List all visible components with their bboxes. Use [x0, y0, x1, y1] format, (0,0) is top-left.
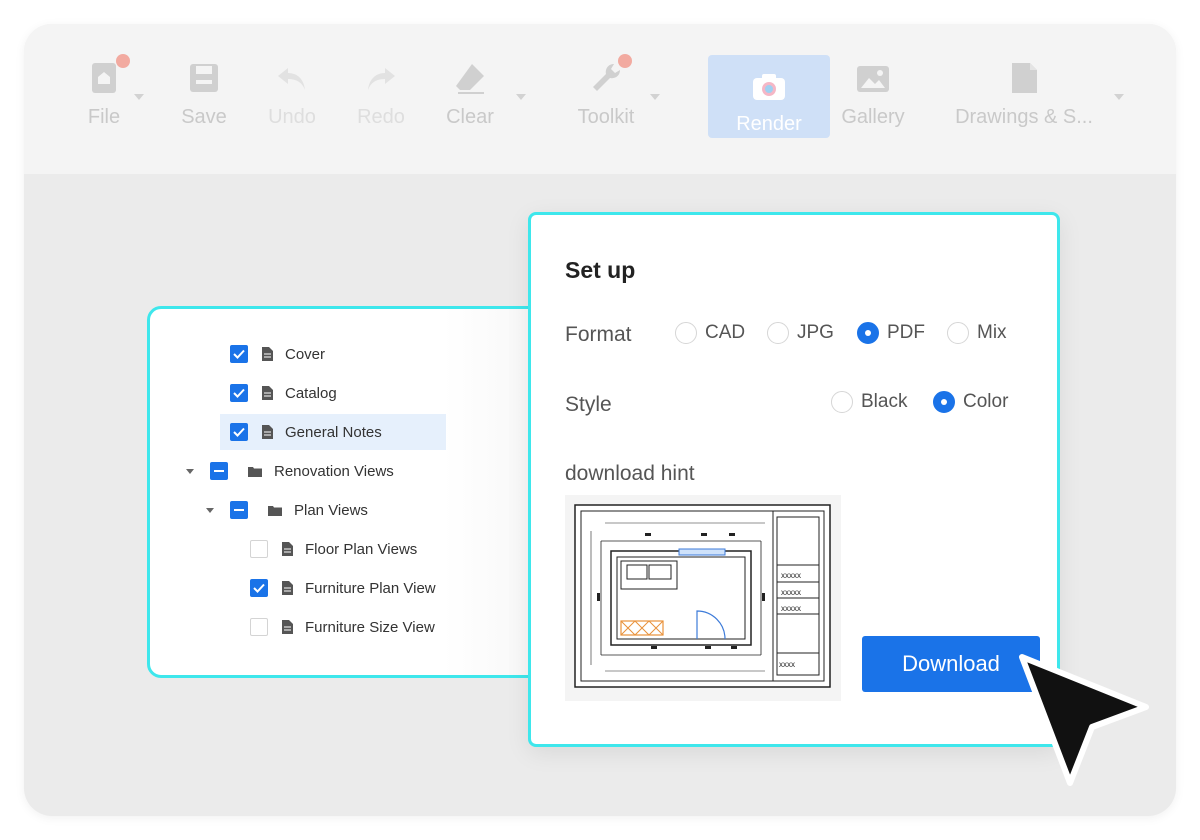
format-option-cad[interactable]: CAD	[675, 322, 745, 344]
caret-down-icon[interactable]	[206, 507, 214, 513]
document-icon	[282, 542, 293, 556]
tree-item-label: Cover	[285, 345, 326, 363]
chevron-down-icon	[650, 94, 660, 100]
tree-item-label: Furniture Plan View	[305, 579, 436, 597]
chevron-down-icon	[134, 94, 144, 100]
table-cell-text: xxxxx	[781, 604, 801, 613]
gallery-label: Gallery	[841, 106, 905, 128]
document-icon	[262, 386, 273, 400]
radio-label: Black	[861, 391, 908, 412]
save-button[interactable]: Save	[178, 60, 230, 142]
format-option-mix[interactable]: Mix	[947, 322, 1007, 344]
wrench-icon	[588, 54, 660, 100]
style-option-color[interactable]: Color	[933, 391, 1008, 413]
floor-plan-drawing: xxxxx xxxxx xxxxx xxxx	[574, 504, 831, 688]
checkbox-partial[interactable]	[210, 462, 228, 480]
table-cell-text: xxxx	[779, 660, 795, 669]
radio-label: PDF	[887, 322, 925, 343]
tree-item-label: Plan Views	[294, 501, 368, 519]
notification-dot	[618, 54, 632, 68]
tree-item-cover[interactable]: Cover	[230, 336, 325, 372]
radio-circle[interactable]	[947, 322, 969, 344]
drawings-label: Drawings & S...	[955, 106, 1093, 128]
gallery-icon	[855, 60, 891, 96]
chevron-down-icon	[516, 94, 526, 100]
checkbox-unchecked[interactable]	[250, 540, 268, 558]
notification-dot	[116, 54, 130, 68]
clear-button[interactable]: Clear	[444, 60, 526, 142]
checkbox-checked[interactable]	[230, 384, 248, 402]
radio-circle[interactable]	[767, 322, 789, 344]
tree-item-plan-views[interactable]: Plan Views	[206, 492, 368, 528]
checkbox-checked[interactable]	[230, 423, 248, 441]
file-button[interactable]: File	[84, 54, 144, 142]
radio-label: JPG	[797, 322, 834, 343]
tree-item-catalog[interactable]: Catalog	[230, 375, 337, 411]
gallery-button[interactable]: Gallery	[840, 60, 906, 142]
format-option-jpg[interactable]: JPG	[767, 322, 834, 344]
eraser-icon	[452, 60, 526, 100]
style-option-black[interactable]: Black	[831, 391, 907, 413]
download-hint-label: download hint	[565, 462, 695, 485]
radio-label: Mix	[977, 322, 1007, 343]
caret-down-icon[interactable]	[186, 468, 194, 474]
radio-circle[interactable]	[933, 391, 955, 413]
tree-item-renovation-views[interactable]: Renovation Views	[186, 453, 394, 489]
document-icon	[282, 620, 293, 634]
undo-button[interactable]: Undo	[264, 60, 320, 142]
toolbar: File Save Undo Redo Clear Toolkit Render…	[24, 24, 1176, 174]
setup-title: Set up	[565, 257, 636, 283]
chevron-down-icon	[1114, 94, 1124, 100]
tree-item-general-notes[interactable]: General Notes	[220, 414, 446, 450]
file-label: File	[87, 106, 121, 128]
format-label: Format	[565, 323, 632, 346]
folder-icon	[248, 466, 262, 477]
radio-circle[interactable]	[675, 322, 697, 344]
tree-item-label: Renovation Views	[274, 462, 394, 480]
tree-item-label: General Notes	[285, 423, 382, 441]
redo-button[interactable]: Redo	[354, 60, 408, 142]
toolkit-label: Toolkit	[577, 106, 635, 128]
tree-item-floor-plan-views[interactable]: Floor Plan Views	[250, 531, 417, 567]
redo-label: Redo	[357, 106, 405, 128]
sheet-tree-panel: Cover Catalog General Notes Renovation V…	[147, 306, 567, 678]
toolkit-button[interactable]: Toolkit	[572, 54, 660, 142]
camera-icon	[751, 69, 787, 105]
document-icon	[262, 347, 273, 361]
format-option-pdf[interactable]: PDF	[857, 322, 925, 344]
radio-label: Color	[963, 391, 1009, 412]
document-icon	[1006, 60, 1042, 96]
document-icon	[262, 425, 273, 439]
radio-circle[interactable]	[857, 322, 879, 344]
drawings-button[interactable]: Drawings & S...	[946, 60, 1124, 142]
table-cell-text: xxxxx	[781, 571, 801, 580]
tree-item-label: Floor Plan Views	[305, 540, 418, 558]
setup-panel: Set up Format CAD JPG PDF Mix Style Blac…	[528, 212, 1060, 747]
folder-icon	[268, 505, 282, 516]
redo-icon	[363, 60, 399, 96]
table-cell-text: xxxxx	[781, 588, 801, 597]
tree-item-furniture-plan-view[interactable]: Furniture Plan View	[250, 570, 436, 606]
render-label: Render	[736, 113, 802, 135]
tree-item-label: Furniture Size View	[305, 618, 435, 636]
mouse-cursor-icon	[1019, 654, 1149, 786]
file-icon	[86, 54, 144, 100]
undo-label: Undo	[268, 106, 316, 128]
style-label: Style	[565, 393, 612, 416]
checkbox-partial[interactable]	[230, 501, 248, 519]
checkbox-checked[interactable]	[230, 345, 248, 363]
download-hint-preview: xxxxx xxxxx xxxxx xxxx	[565, 495, 841, 701]
render-button[interactable]: Render	[708, 55, 830, 138]
tree-item-furniture-size-view[interactable]: Furniture Size View	[250, 609, 435, 645]
radio-circle[interactable]	[831, 391, 853, 413]
clear-label: Clear	[446, 106, 494, 128]
checkbox-checked[interactable]	[250, 579, 268, 597]
save-icon	[186, 60, 222, 96]
radio-label: CAD	[705, 322, 746, 343]
save-label: Save	[181, 106, 227, 128]
tree-item-label: Catalog	[285, 384, 337, 402]
checkbox-unchecked[interactable]	[250, 618, 268, 636]
undo-icon	[274, 60, 310, 96]
document-icon	[282, 581, 293, 595]
